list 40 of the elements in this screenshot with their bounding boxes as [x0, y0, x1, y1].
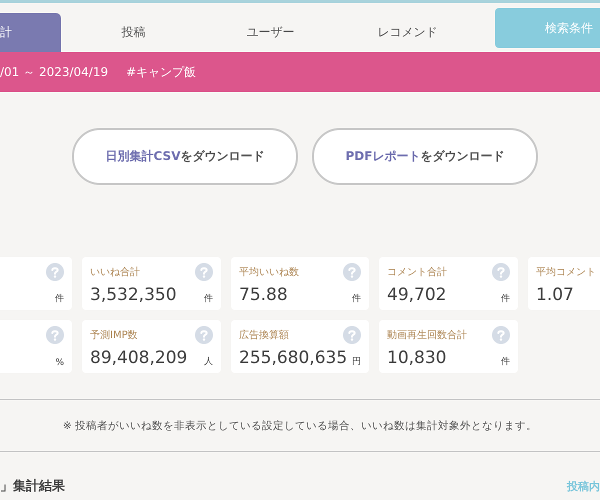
metric-unit: 件	[501, 356, 510, 368]
metric-label: いいね合計	[90, 266, 140, 279]
metric-value: 3,532,350	[90, 285, 177, 305]
metric-unit: 件	[204, 292, 213, 305]
metric-value: 49,702	[387, 285, 446, 305]
metric-label: 平均コメント	[536, 266, 596, 279]
notice-text: ※ 投稿者がいいね数を非表示としている設定している場合、いいね数は集計対象外となります。	[62, 418, 538, 432]
metric-label: コメント合計	[387, 266, 447, 279]
nav-tab[interactable]: ユーザー	[202, 13, 339, 52]
help-icon[interactable]	[492, 263, 510, 281]
metric-unit: 件	[501, 292, 510, 305]
metric-label: 広告換算額	[239, 328, 289, 342]
metric-unit: %	[55, 358, 64, 368]
metric-label: 予測IMP数	[90, 328, 138, 342]
nav-tab[interactable]: 計	[0, 13, 61, 52]
help-icon[interactable]	[195, 326, 213, 344]
metric-value: 1.07	[536, 285, 574, 305]
nav-tab[interactable]: レコメンド	[339, 13, 476, 52]
section-title: 」集計結果	[0, 478, 65, 495]
metric-value: 75.88	[239, 285, 288, 305]
download-button[interactable]: PDFレポート をダウンロード	[312, 128, 538, 185]
metric-value: 255,680,635	[239, 348, 348, 368]
help-icon[interactable]	[492, 326, 510, 344]
metric-value: 89,408,209	[90, 348, 188, 368]
help-icon[interactable]	[46, 263, 64, 281]
metric-unit: 人	[204, 356, 213, 368]
metric-unit: 円	[352, 356, 361, 368]
nav-tab[interactable]: 投稿	[65, 13, 202, 52]
metric-unit: 件	[55, 292, 64, 305]
help-icon[interactable]	[343, 263, 361, 281]
metric-value: 10,830	[387, 348, 446, 368]
help-icon[interactable]	[195, 263, 213, 281]
help-icon[interactable]	[46, 326, 64, 344]
hashtag: #キャンプ飯	[126, 64, 196, 80]
metric-unit: 件	[352, 292, 361, 305]
metric-label: 平均いいね数	[239, 266, 299, 279]
download-button[interactable]: 日別集計CSVをダウンロード	[72, 128, 298, 185]
metric-label: 動画再生回数合計	[387, 328, 467, 342]
date-range: /01 ～ 2023/04/19	[0, 64, 108, 80]
help-icon[interactable]	[343, 326, 361, 344]
